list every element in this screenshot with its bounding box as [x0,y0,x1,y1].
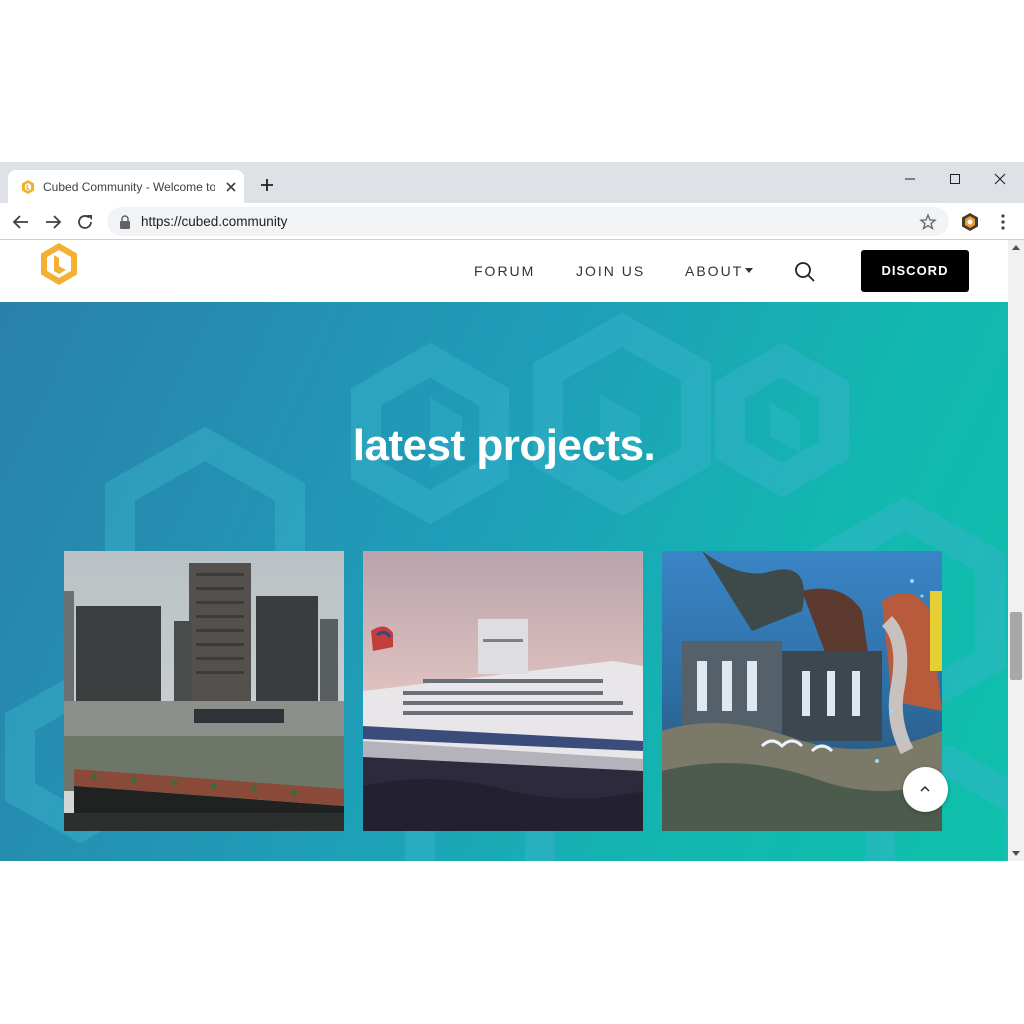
address-bar[interactable]: https://cubed.community [107,207,949,236]
browser-toolbar: https://cubed.community [0,203,1024,240]
scrollbar-thumb[interactable] [1010,612,1022,680]
close-icon[interactable] [980,166,1020,192]
maximize-icon[interactable] [935,166,975,192]
cubed-logo-icon[interactable] [38,242,80,286]
site-header: FORUM JOIN US ABOUT DISCORD [0,240,1008,302]
project-card-city[interactable] [64,551,344,831]
browser-tab[interactable]: Cubed Community - Welcome to [8,170,244,203]
section-title: latest projects. [352,421,656,470]
more-vert-icon[interactable] [995,213,1011,231]
tab-strip: Cubed Community - Welcome to [0,162,1024,203]
nav-forum-link[interactable]: FORUM [474,262,535,280]
project-card-underwater-kingdom[interactable] [662,551,942,831]
browser-window: Cubed Community - Welcome to https://cub… [0,162,1024,861]
back-to-top-button[interactable] [903,767,948,812]
reload-icon[interactable] [74,211,96,233]
close-icon[interactable] [222,178,240,196]
minimize-icon[interactable] [890,166,930,192]
project-image-city [64,551,344,831]
page-viewport: FORUM JOIN US ABOUT DISCORD latest proje… [0,240,1008,861]
project-card-cruise-ship[interactable] [363,551,643,831]
chevron-up-icon [920,786,930,792]
tab-title: Cubed Community - Welcome to [43,180,215,194]
chevron-down-icon [745,268,753,273]
lock-icon [120,215,130,229]
back-arrow-icon[interactable] [10,211,32,233]
scroll-down-arrow-icon[interactable] [1008,845,1024,861]
project-image-underwater-kingdom [662,551,942,831]
plus-icon[interactable] [257,175,277,195]
search-icon[interactable] [794,261,816,283]
star-icon[interactable] [919,213,937,231]
scroll-up-arrow-icon[interactable] [1008,240,1024,256]
latest-projects-section: latest projects. [0,302,1008,861]
forward-arrow-icon[interactable] [42,211,64,233]
cubed-logo-icon [22,180,34,194]
project-image-cruise-ship [363,551,643,831]
nav-join-us-link[interactable]: JOIN US [576,262,645,280]
page-scrollbar[interactable] [1008,240,1024,861]
url-text[interactable]: https://cubed.community [141,213,287,231]
nav-about-dropdown[interactable]: ABOUT [685,262,743,280]
extension-icon[interactable] [960,212,980,232]
discord-button[interactable]: DISCORD [861,250,969,292]
